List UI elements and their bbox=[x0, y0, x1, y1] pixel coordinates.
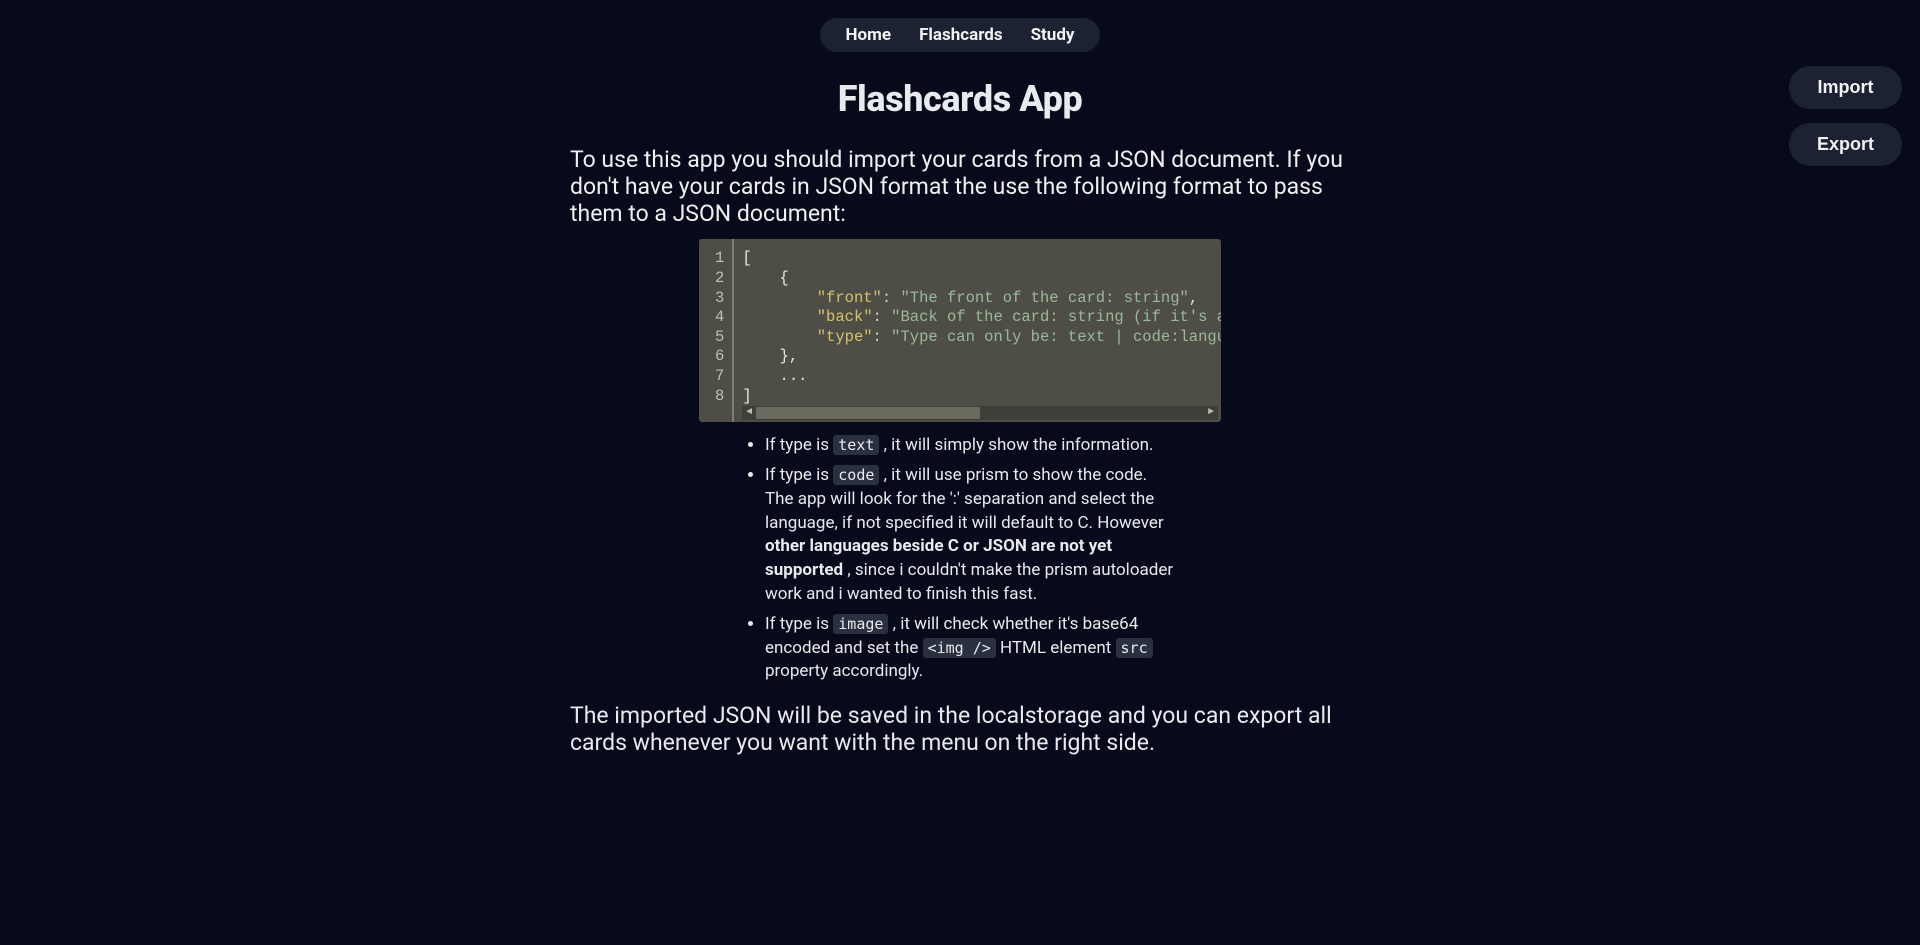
ln: 3 bbox=[715, 289, 724, 309]
nav-study[interactable]: Study bbox=[1031, 25, 1075, 45]
code-body: [ { "front": "The front of the card: str… bbox=[734, 239, 1221, 422]
ln: 2 bbox=[715, 269, 724, 289]
scroll-track[interactable] bbox=[756, 406, 1204, 420]
code-block: 1 2 3 4 5 6 7 8 [ { "front": "The front … bbox=[699, 239, 1221, 422]
ln: 4 bbox=[715, 308, 724, 328]
ln: 1 bbox=[715, 249, 724, 269]
nav-flashcards[interactable]: Flashcards bbox=[919, 25, 1003, 45]
type-explanations: If type is text , it will simply show th… bbox=[745, 434, 1175, 684]
list-item: If type is text , it will simply show th… bbox=[765, 434, 1175, 458]
code-chip: src bbox=[1116, 638, 1153, 658]
outro-text: The imported JSON will be saved in the l… bbox=[570, 702, 1350, 756]
code-chip: image bbox=[833, 614, 888, 634]
code-example: 1 2 3 4 5 6 7 8 [ { "front": "The front … bbox=[699, 239, 1221, 422]
list-item: If type is code , it will use prism to s… bbox=[765, 464, 1175, 607]
ln: 5 bbox=[715, 328, 724, 348]
side-actions: Import Export bbox=[1789, 66, 1902, 166]
nav-home[interactable]: Home bbox=[846, 25, 892, 45]
ln: 6 bbox=[715, 347, 724, 367]
ln: 7 bbox=[715, 367, 724, 387]
ln: 8 bbox=[715, 387, 724, 407]
horizontal-scrollbar[interactable]: ◄ ► bbox=[742, 406, 1218, 420]
nav-pill: Home Flashcards Study bbox=[820, 18, 1101, 52]
scroll-right-icon[interactable]: ► bbox=[1204, 406, 1218, 420]
code-chip: code bbox=[833, 465, 879, 485]
line-gutter: 1 2 3 4 5 6 7 8 bbox=[699, 239, 734, 422]
code-chip: text bbox=[833, 435, 879, 455]
scroll-left-icon[interactable]: ◄ bbox=[742, 406, 756, 420]
main-content: Flashcards App To use this app you shoul… bbox=[570, 78, 1350, 756]
intro-text: To use this app you should import your c… bbox=[570, 146, 1350, 227]
list-item: If type is image , it will check whether… bbox=[765, 613, 1175, 684]
code-chip: <img /> bbox=[923, 638, 996, 658]
scroll-thumb[interactable] bbox=[756, 407, 980, 419]
top-nav: Home Flashcards Study bbox=[0, 0, 1920, 52]
export-button[interactable]: Export bbox=[1789, 123, 1902, 166]
code-lines: [ { "front": "The front of the card: str… bbox=[742, 249, 1221, 406]
import-button[interactable]: Import bbox=[1789, 66, 1902, 109]
page-title: Flashcards App bbox=[570, 78, 1350, 120]
